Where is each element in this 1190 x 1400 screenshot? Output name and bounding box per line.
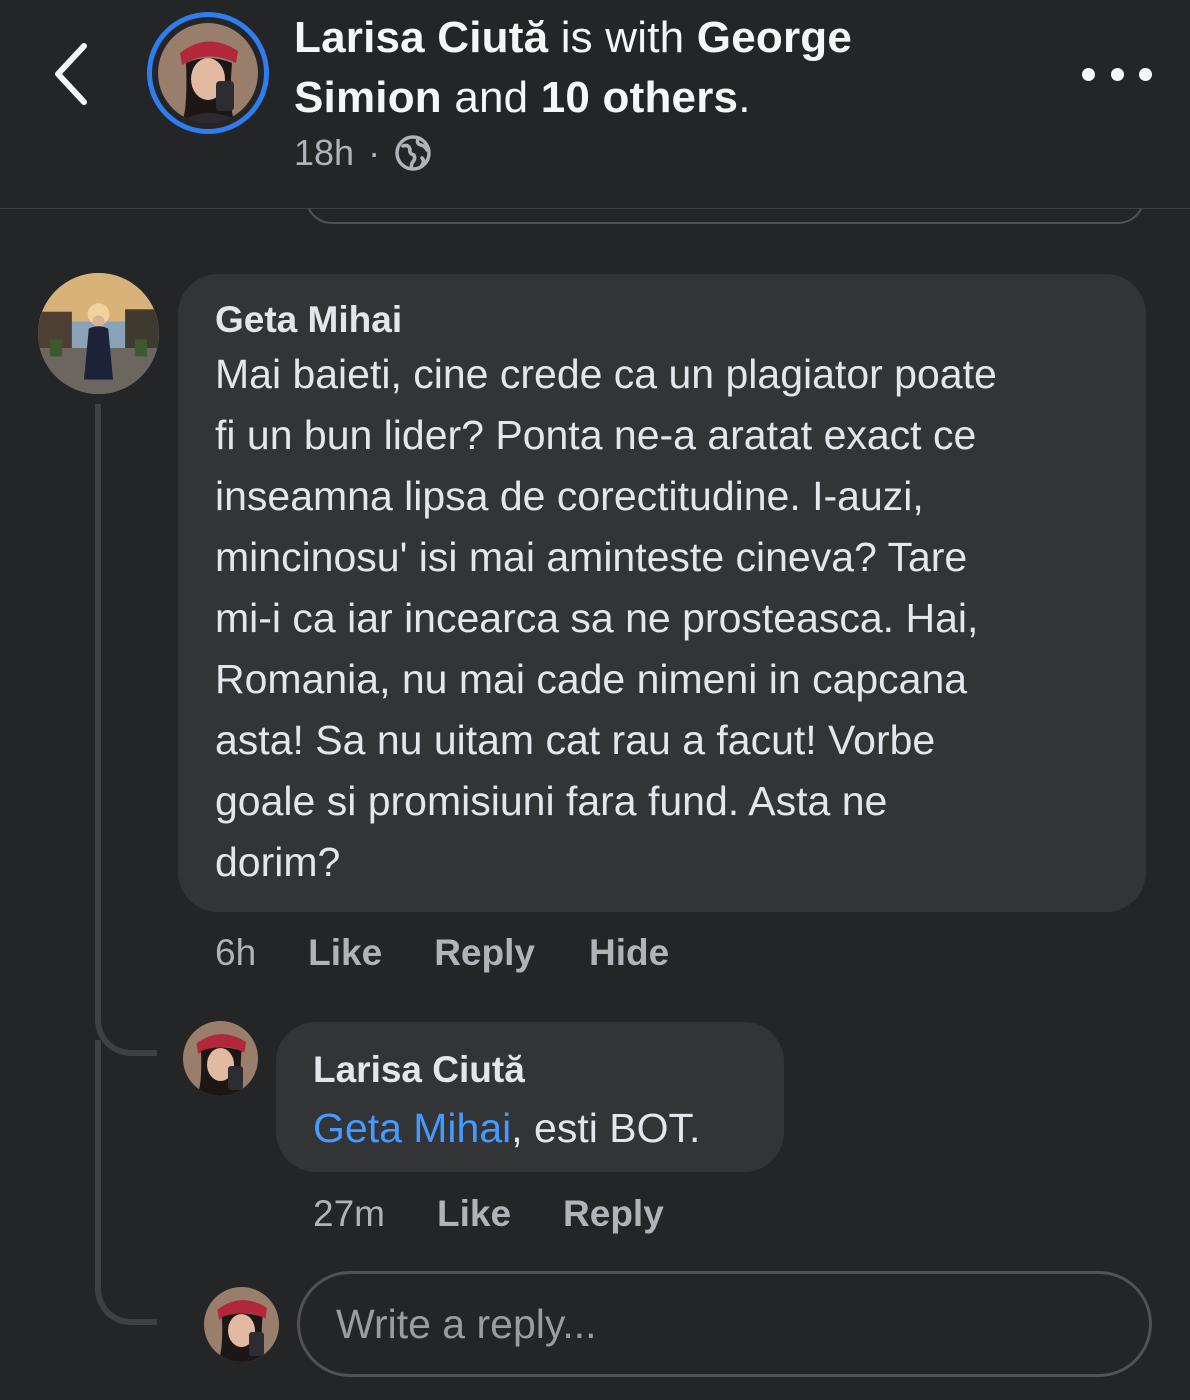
with-text: is with xyxy=(560,13,685,62)
author-name-link[interactable]: Larisa Ciută xyxy=(294,13,548,62)
comment-actions: 6h Like Reply Hide xyxy=(215,928,669,978)
reply-actions: 27m Like Reply xyxy=(313,1189,664,1239)
commenter-avatar[interactable] xyxy=(38,273,159,394)
dot-icon xyxy=(1139,67,1152,81)
comment-text-line: asta! Sa nu uitam cat rau a facut! Vorbe xyxy=(215,717,936,763)
chevron-left-icon xyxy=(55,43,87,105)
post-header: Larisa Ciută is with George Simion and 1… xyxy=(0,0,1190,209)
comment-text-line: inseamna lipsa de corectitudine. I-auzi, xyxy=(215,473,924,519)
reply-button[interactable]: Reply xyxy=(563,1193,664,1235)
comment-text-line: dorim? xyxy=(215,839,341,885)
others-link[interactable]: 10 others xyxy=(541,73,738,122)
reply-time[interactable]: 27m xyxy=(313,1193,385,1235)
reply-text-content: , esti BOT. xyxy=(511,1105,701,1151)
comment-text-line: goale si promisiuni fara fund. Asta ne xyxy=(215,778,888,824)
dot-icon xyxy=(1082,67,1095,81)
comment-bubble[interactable]: Geta Mihai Mai baieti, cine crede ca un … xyxy=(178,274,1146,912)
reply-author-avatar[interactable] xyxy=(183,1021,258,1096)
comment-text: Mai baieti, cine crede ca un plagiator p… xyxy=(215,344,1110,893)
write-reply-placeholder: Write a reply... xyxy=(336,1300,597,1347)
comment-text-line: mincinosu' isi mai aminteste cineva? Tar… xyxy=(215,534,968,580)
comment-author-name[interactable]: Geta Mihai xyxy=(215,296,1110,344)
back-button[interactable] xyxy=(40,34,110,114)
like-button[interactable]: Like xyxy=(308,932,382,974)
post-title: Larisa Ciută is with George Simion and 1… xyxy=(294,13,853,122)
reply-author-name[interactable]: Larisa Ciută xyxy=(313,1046,748,1094)
and-text: and xyxy=(454,73,529,122)
avatar xyxy=(158,23,258,123)
comment-text-line: Mai baieti, cine crede ca un plagiator p… xyxy=(215,351,997,397)
write-reply-input[interactable]: Write a reply... xyxy=(297,1271,1152,1377)
post-time[interactable]: 18h xyxy=(294,132,354,174)
hide-button[interactable]: Hide xyxy=(589,932,669,974)
separator: · xyxy=(368,132,381,173)
thread-connector-line xyxy=(95,1040,157,1325)
like-button[interactable]: Like xyxy=(437,1193,511,1235)
reply-text: Geta Mihai, esti BOT. xyxy=(313,1098,748,1159)
comment-text-line: fi un bun lider? Ponta ne-a aratat exact… xyxy=(215,412,977,458)
thread-connector-line xyxy=(95,404,157,1056)
comment-time[interactable]: 6h xyxy=(215,932,256,974)
comment-text-line: mi-i ca iar incearca sa ne prosteasca. H… xyxy=(215,595,979,641)
reply-button[interactable]: Reply xyxy=(434,932,535,974)
post-meta: 18h · xyxy=(294,128,432,178)
author-avatar-story-ring[interactable] xyxy=(147,12,269,134)
mention-link[interactable]: Geta Mihai xyxy=(313,1105,511,1151)
globe-icon[interactable] xyxy=(394,134,432,172)
comment-text-line: Romania, nu mai cade nimeni in capcana xyxy=(215,656,968,702)
current-user-avatar xyxy=(204,1287,279,1362)
reply-bubble[interactable]: Larisa Ciută Geta Mihai, esti BOT. xyxy=(276,1022,784,1172)
comment-thread-screen: Larisa Ciută is with George Simion and 1… xyxy=(0,0,1190,1400)
dot-icon xyxy=(1110,67,1124,81)
more-options-button[interactable] xyxy=(1082,52,1152,96)
